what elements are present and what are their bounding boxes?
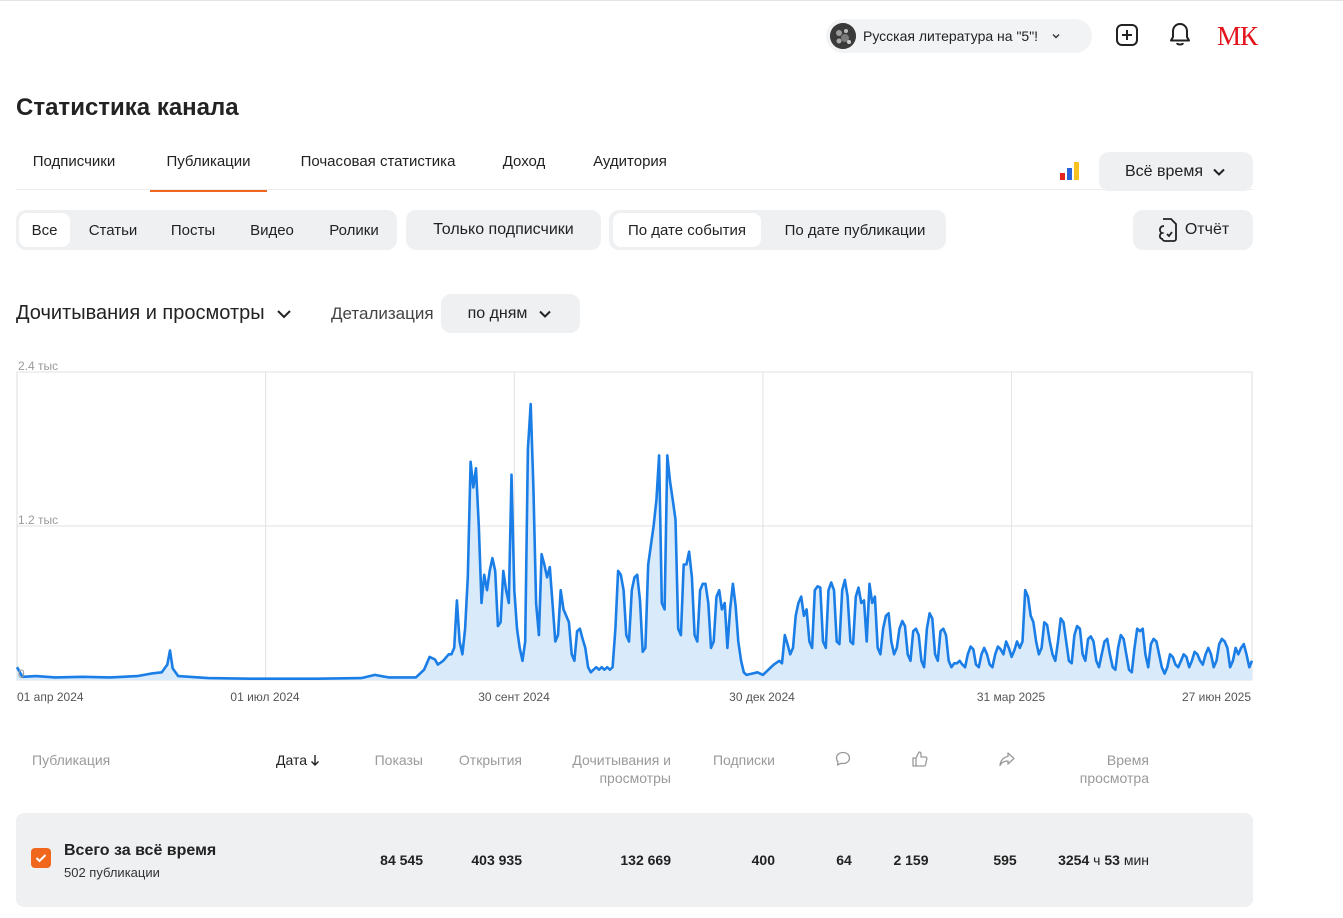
detail-label: Детализация [331, 304, 434, 323]
subscribers-only-label: Только подписчики [433, 221, 574, 238]
date-mode-publication[interactable]: По дате публикации [769, 213, 941, 247]
channel-name: Русская литература на "5"! [863, 28, 1039, 44]
watch-minutes-unit: мин [1123, 852, 1149, 868]
col-views[interactable]: Дочитывания и просмотры [560, 751, 671, 787]
x-tick-label: 31 мар 2025 [977, 690, 1046, 704]
y-tick-label: 2.4 тыс [18, 359, 58, 373]
x-tick-label: 01 апр 2024 [17, 690, 84, 704]
y-tick-label: 0 [18, 667, 25, 681]
comment-icon[interactable] [834, 750, 852, 768]
total-likes: 2 159 [893, 852, 929, 868]
checkmark-icon [35, 854, 47, 863]
tab-income[interactable]: Доход [491, 140, 557, 192]
subscribers-only-toggle[interactable]: Только подписчики [406, 210, 601, 250]
like-icon[interactable] [911, 750, 929, 768]
report-file-icon [1158, 218, 1177, 242]
channel-avatar [830, 23, 856, 49]
x-tick-label: 27 июн 2025 [1182, 690, 1251, 704]
metric-selector[interactable]: Дочитывания и просмотры [16, 302, 293, 325]
col-date[interactable]: Дата [276, 751, 320, 769]
tab-subscribers[interactable]: Подписчики [16, 140, 132, 192]
date-mode-event[interactable]: По дате события [613, 213, 761, 247]
share-icon[interactable] [998, 750, 1016, 768]
x-tick-label: 30 сент 2024 [478, 690, 550, 704]
col-date-label: Дата [276, 752, 308, 768]
x-tick-label: 01 июл 2024 [230, 690, 299, 704]
tab-hourly-stats[interactable]: Почасовая статистика [292, 140, 464, 192]
notifications-button[interactable] [1167, 21, 1193, 49]
detail-selector[interactable]: по дням [441, 294, 580, 333]
period-label: Всё время [1125, 162, 1203, 180]
date-mode-filter: По дате события По дате публикации [609, 210, 946, 250]
col-subscriptions[interactable]: Подписки [690, 751, 775, 769]
chevron-down-icon [1052, 34, 1060, 39]
filter-all[interactable]: Все [19, 213, 70, 247]
col-publication[interactable]: Публикация [32, 751, 110, 769]
report-button[interactable]: Отчёт [1133, 210, 1253, 250]
totals-checkbox[interactable] [31, 848, 51, 868]
total-opens: 403 935 [471, 852, 522, 868]
filter-shorts[interactable]: Ролики [316, 213, 392, 247]
y-tick-label: 1.2 тыс [18, 513, 58, 527]
chevron-down-icon [1213, 168, 1225, 176]
period-selector[interactable]: Всё время [1099, 152, 1253, 191]
chevron-down-icon [276, 309, 291, 318]
watch-hours-unit: ч [1093, 852, 1101, 868]
plus-icon [1116, 24, 1138, 46]
filter-articles[interactable]: Статьи [78, 213, 148, 247]
arrow-down-icon [311, 755, 320, 766]
top-divider [0, 0, 1343, 1]
metrica-chart-icon[interactable] [1059, 161, 1081, 181]
content-type-filter: Все Статьи Посты Видео Ролики [16, 210, 397, 250]
col-opens[interactable]: Открытия [440, 751, 522, 769]
total-watch-time: 3254 ч 53 мин [1030, 852, 1149, 868]
tab-publications[interactable]: Публикации [150, 140, 267, 192]
report-label: Отчёт [1184, 221, 1230, 238]
col-shows[interactable]: Показы [340, 751, 423, 769]
watch-hours: 3254 [1058, 852, 1090, 868]
tab-audience[interactable]: Аудитория [583, 140, 677, 192]
totals-title: Всего за всё время [64, 842, 217, 859]
filter-videos[interactable]: Видео [238, 213, 306, 247]
page-title: Статистика канала [16, 94, 239, 121]
add-publication-button[interactable] [1114, 21, 1140, 49]
filter-posts[interactable]: Посты [157, 213, 229, 247]
total-comments: 64 [836, 852, 852, 868]
total-shows: 84 545 [380, 852, 423, 868]
total-views: 132 669 [620, 852, 671, 868]
user-avatar-logo[interactable]: МК [1217, 22, 1258, 50]
metric-title: Дочитывания и просмотры [16, 302, 265, 324]
bell-icon [1170, 23, 1190, 46]
watch-minutes: 53 [1104, 852, 1120, 868]
total-subscriptions: 400 [751, 852, 775, 868]
detail-value: по дням [467, 304, 528, 322]
tabs-divider [16, 189, 1253, 190]
channel-selector[interactable]: Русская литература на "5"! [826, 19, 1092, 53]
x-tick-label: 30 дек 2024 [729, 690, 795, 704]
chevron-down-icon [539, 310, 552, 318]
col-watch-time[interactable]: Время просмотра [1050, 751, 1149, 787]
views-chart: 2.4 тыс 1.2 тыс 0 01 апр 2024 01 июл 2024 30 … [15, 359, 1254, 704]
total-shares: 595 [993, 852, 1017, 868]
totals-subtitle: 502 публикации [64, 865, 160, 880]
